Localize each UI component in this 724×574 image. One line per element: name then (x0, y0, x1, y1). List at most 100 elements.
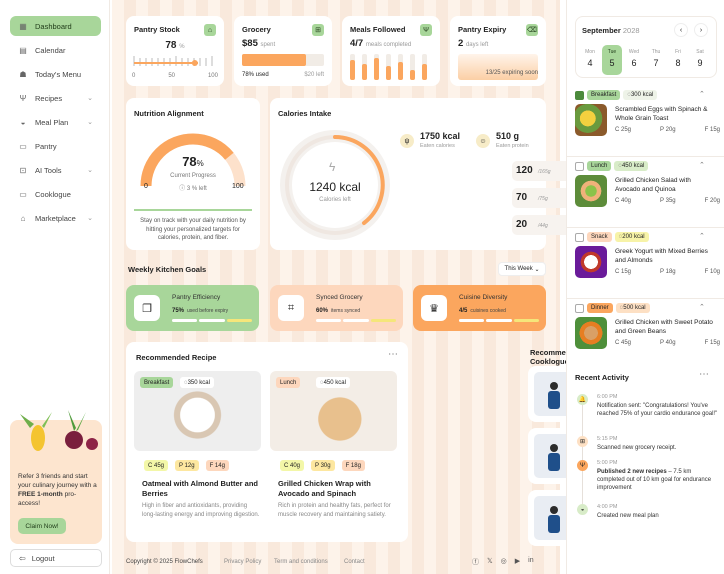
activity-more-icon[interactable]: ⋯ (699, 369, 709, 380)
chevron-up-icon[interactable]: ⌃ (699, 232, 705, 240)
meal-image (575, 317, 607, 349)
prev-month-button[interactable]: ‹ (674, 23, 688, 37)
sidebar-item-today-s-menu[interactable]: ☗ Today's Menu (10, 64, 101, 84)
sidebar-item-calendar[interactable]: ▤ Calendar (10, 40, 101, 60)
macro-value: F 20g (704, 198, 720, 204)
claim-now-button[interactable]: Claim Now! (18, 518, 66, 534)
calendar-day[interactable]: Fri 8 (668, 45, 688, 75)
sidebar-item-dashboard[interactable]: ▦ Dashboard (10, 16, 101, 36)
basket-icon: ⊞ (312, 24, 324, 36)
activity-time: 5:15 PM (597, 436, 618, 442)
pantry-icon: ⌂ (204, 24, 216, 36)
macro-value: P 20g (660, 127, 676, 133)
flame-icon: ψ (400, 134, 414, 148)
meal-item[interactable]: Dinner ◌ 500 kcal ⌃ Grilled Chicken with Sw… (575, 303, 720, 367)
activity-time: 4:00 PM (597, 504, 618, 510)
goal-progress: 4/5 cuisines cooked (459, 308, 506, 314)
meal-image (575, 246, 607, 278)
activity-time: 6:00 PM (597, 394, 618, 400)
meal-name: Grilled Chicken with Sweet Potato and Gr… (615, 319, 713, 335)
meal-item[interactable]: Breakfast ◌ 300 kcal ⌃ Scrambled Eggs with … (567, 90, 724, 157)
sidebar-item-ai-tools[interactable]: ⊡ AI Tools ⌄ (10, 160, 101, 180)
nutrition-description: Stay on track with your daily nutrition … (140, 218, 246, 241)
sidebar-item-label: Marketplace (35, 213, 76, 223)
calendar-day[interactable]: Mon 4 (580, 45, 600, 75)
goal-segments (172, 319, 252, 322)
day-name: Wed (628, 49, 640, 55)
day-number: 4 (587, 58, 593, 68)
goal-card[interactable]: ♛ Cuisine Diversity 4/5 cuisines cooked (413, 285, 546, 331)
grocery-card[interactable]: Grocery ⊞ $85 spent 78% used $20 left (234, 16, 332, 86)
linkedin-icon[interactable]: in (528, 557, 533, 567)
activity-text: Notification sent: "Congratulations! You… (597, 403, 718, 417)
calories-value: 1240 kcal (309, 180, 361, 194)
checkbox-icon[interactable] (575, 303, 584, 313)
sidebar-item-meal-plan[interactable]: ◒ Meal Plan ⌄ (10, 112, 101, 132)
facebook-icon[interactable]: ⓕ (472, 557, 479, 567)
meal-item[interactable]: Snack ◌ 200 kcal ⌃ Greek Yogurt with Mixed … (567, 232, 724, 299)
nutrition-max: 100 (232, 183, 244, 190)
pantry-stock-value: 78 % (165, 40, 185, 51)
x-icon[interactable]: 𝕏 (487, 557, 493, 567)
checked-checkbox-icon[interactable] (575, 90, 584, 100)
eaten-protein-label: Eaten protein (496, 143, 529, 149)
recipe-macros: C 45g P 12g F 14g (144, 460, 259, 471)
menu-icon: ☗ (19, 69, 27, 79)
chevron-up-icon[interactable]: ⌃ (699, 303, 705, 311)
recipe-image: Lunch ◌ 450 kcal (270, 371, 397, 451)
next-month-button[interactable]: › (694, 23, 708, 37)
recipe-name: Oatmeal with Almond Butter and Berries (142, 479, 258, 498)
chevron-up-icon[interactable]: ⌃ (699, 90, 705, 98)
goal-card[interactable]: ⌗ Synced Grocery 60% items synced (270, 285, 403, 331)
sidebar-item-pantry[interactable]: ▭ Pantry (10, 136, 101, 156)
sidebar-item-label: Pantry (35, 141, 57, 151)
sidebar: ▦ Dashboard ▤ Calendar ☗ Today's Menu Ψ Recipes… (0, 0, 110, 574)
more-icon[interactable]: ⋯ (388, 349, 398, 360)
contact-link[interactable]: Contact (344, 559, 365, 565)
macro-value: 20 (516, 219, 528, 230)
sidebar-item-recipes[interactable]: Ψ Recipes ⌄ (10, 88, 101, 108)
calendar-day[interactable]: Thu 7 (646, 45, 666, 75)
pantry-scale: 0 50 100 (132, 73, 218, 79)
right-panel: September 2028 ‹ › Mon 4 Tue 5 Wed 6 Thu 7 Fri 8 S… (566, 0, 724, 574)
pantry-expiry-card[interactable]: Pantry Expiry ⌫ 2 days left 13/25 expiri… (450, 16, 546, 86)
goal-card[interactable]: ❐ Pantry Efficiency 75% used before expiry (126, 285, 259, 331)
week-filter[interactable]: This Week ⌄ (498, 262, 546, 276)
activity-item: ◒ 4:00 PM Created new meal plan (575, 504, 720, 534)
meal-item[interactable]: Lunch ◌ 450 kcal ⌃ Grilled Chicken Salad wi… (567, 161, 724, 228)
meals-followed-card[interactable]: Meals Followed Ψ 4/7 meals completed (342, 16, 440, 86)
calendar-day[interactable]: Tue 5 (602, 45, 622, 75)
meal-type: Dinner (587, 303, 613, 313)
chef-hat-icon: ♛ (421, 295, 447, 321)
chevron-down-icon: ⌄ (87, 167, 93, 174)
calendar-day[interactable]: Sat 9 (690, 45, 710, 75)
macro-value: C 45g (615, 340, 632, 346)
sidebar-item-cooklogue[interactable]: ▭ Cooklogue (10, 184, 101, 204)
checkbox-icon[interactable] (575, 232, 584, 242)
goal-title: Synced Grocery (316, 294, 363, 301)
privacy-link[interactable]: Privacy Policy (224, 559, 261, 565)
calendar-day[interactable]: Wed 6 (624, 45, 644, 75)
promo-card: Refer 3 friends and start your culinary … (10, 410, 102, 544)
terms-link[interactable]: Term and conditions (274, 559, 328, 565)
meal-name: Scrambled Eggs with Spinach & Whole Grai… (615, 106, 708, 122)
day-number: 5 (609, 58, 615, 68)
grocery-bar (242, 54, 324, 66)
sidebar-item-label: Today's Menu (35, 69, 82, 79)
robot-icon: ⊡ (19, 165, 27, 175)
macro-value: 120 (516, 165, 533, 176)
macro-chip: F 18g (341, 460, 365, 471)
pantry-stock-card[interactable]: Pantry Stock ⌂ 78 % 0 50 100 (126, 16, 224, 86)
day-name: Fri (675, 49, 681, 55)
receipt-icon: ⊞ (577, 436, 588, 447)
checkbox-icon[interactable] (575, 161, 584, 171)
logout-button[interactable]: ⇦ Logout (10, 549, 102, 567)
calories-title: Calories Intake (278, 109, 332, 118)
meal-image (575, 104, 607, 136)
sidebar-item-marketplace[interactable]: ⌂ Marketplace ⌄ (10, 208, 101, 228)
meal-name: Greek Yogurt with Mixed Berries and Almo… (615, 248, 708, 264)
chevron-up-icon[interactable]: ⌃ (699, 161, 705, 169)
youtube-icon[interactable]: ▶ (515, 557, 520, 567)
meal-header: Dinner ◌ 500 kcal (575, 303, 653, 313)
instagram-icon[interactable]: ◎ (501, 557, 507, 567)
